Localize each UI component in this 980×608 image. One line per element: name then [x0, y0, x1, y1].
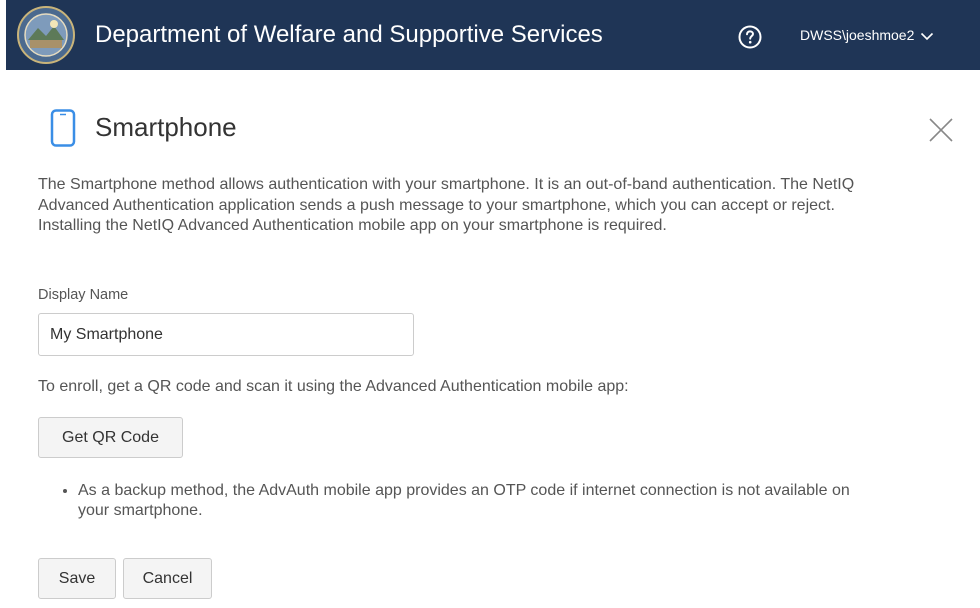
state-seal-logo: [17, 6, 75, 64]
cancel-button[interactable]: Cancel: [123, 558, 212, 599]
get-qr-code-button[interactable]: Get QR Code: [38, 417, 183, 458]
chevron-down-icon: [921, 33, 934, 41]
close-icon[interactable]: [928, 117, 954, 143]
notes-list: As a backup method, the AdvAuth mobile a…: [60, 481, 878, 521]
user-name: DWSS\joeshmoe2: [800, 27, 915, 43]
method-description: The Smartphone method allows authenticat…: [38, 176, 855, 234]
smartphone-icon: [50, 109, 76, 147]
display-name-label: Display Name: [38, 287, 129, 303]
backup-note: As a backup method, the AdvAuth mobile a…: [78, 481, 878, 521]
app-title: Department of Welfare and Supportive Ser…: [95, 21, 603, 48]
enroll-instructions: To enroll, get a QR code and scan it usi…: [38, 378, 629, 395]
user-menu[interactable]: DWSS\joeshmoe2: [800, 0, 934, 70]
display-name-input[interactable]: [38, 313, 414, 356]
help-question-icon[interactable]: [738, 25, 762, 49]
save-button[interactable]: Save: [38, 558, 116, 599]
app-header: Department of Welfare and Supportive Ser…: [6, 0, 980, 70]
page-title: Smartphone: [95, 112, 237, 142]
